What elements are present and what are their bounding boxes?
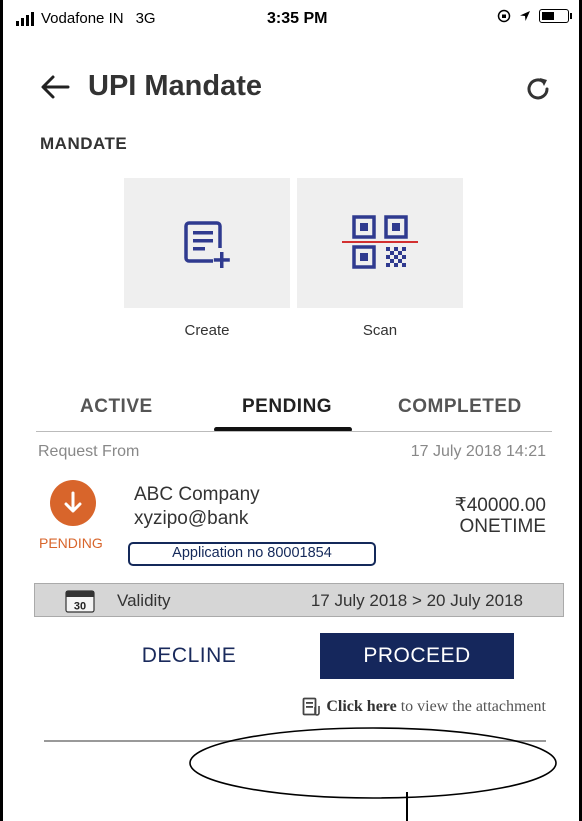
mandate-amount: ₹40000.00	[454, 495, 546, 516]
page-title: UPI Mandate	[88, 70, 263, 102]
request-datetime: 17 July 2018 14:21	[410, 443, 546, 460]
validity-bar: 30 Validity 17 July 2018 > 20 July 2018	[34, 583, 564, 617]
payee-upi-id: xyzipo@bank	[134, 508, 249, 529]
attachment-rest-text: to view the attachment	[400, 698, 546, 715]
carrier-name: Vodafone IN	[41, 10, 124, 27]
annotation-line	[406, 792, 408, 821]
tabs-divider	[36, 431, 552, 432]
create-mandate-button[interactable]	[124, 178, 290, 308]
calendar-icon: 30	[65, 590, 95, 613]
request-from-label: Request From	[38, 443, 140, 460]
status-badge: PENDING	[39, 535, 103, 551]
section-label: MANDATE	[40, 134, 128, 153]
pending-status-icon	[50, 480, 96, 526]
proceed-button[interactable]: PROCEED	[320, 633, 514, 679]
attachment-document-icon	[302, 697, 321, 716]
create-label: Create	[184, 322, 230, 339]
tab-completed[interactable]: COMPLETED	[398, 396, 522, 418]
validity-label: Validity	[117, 591, 171, 610]
network-type: 3G	[135, 10, 156, 27]
mandate-frequency: ONETIME	[459, 516, 546, 537]
refresh-icon[interactable]	[523, 74, 553, 104]
mandate-tabs: ACTIVE PENDING COMPLETED	[36, 390, 552, 434]
orientation-lock-icon	[497, 9, 511, 23]
click-here-text[interactable]: Click here	[326, 698, 396, 715]
qr-scan-icon	[342, 215, 418, 269]
tab-active[interactable]: ACTIVE	[80, 396, 153, 418]
battery-icon	[539, 9, 572, 23]
tab-pending[interactable]: PENDING	[242, 396, 332, 418]
create-document-icon	[184, 221, 230, 268]
status-time: 3:35 PM	[267, 10, 328, 27]
arrow-down-icon	[64, 491, 82, 513]
view-attachment-link[interactable]: Click here to view the attachment	[302, 697, 546, 717]
arrow-left-icon[interactable]	[38, 70, 72, 104]
payee-name: ABC Company	[134, 484, 260, 505]
signal-strength-icon	[16, 11, 34, 26]
application-number: Application no 80001854	[128, 542, 376, 566]
scan-qr-button[interactable]	[297, 178, 463, 308]
calendar-day: 30	[74, 601, 86, 613]
status-bar: Vodafone IN 3G 3:35 PM	[10, 6, 575, 32]
decline-button[interactable]: DECLINE	[124, 633, 254, 679]
scan-label: Scan	[362, 322, 398, 339]
annotation-ellipse	[189, 727, 557, 799]
app-header: UPI Mandate	[38, 68, 553, 108]
location-arrow-icon	[520, 11, 530, 21]
validity-range: 17 July 2018 > 20 July 2018	[310, 591, 523, 610]
